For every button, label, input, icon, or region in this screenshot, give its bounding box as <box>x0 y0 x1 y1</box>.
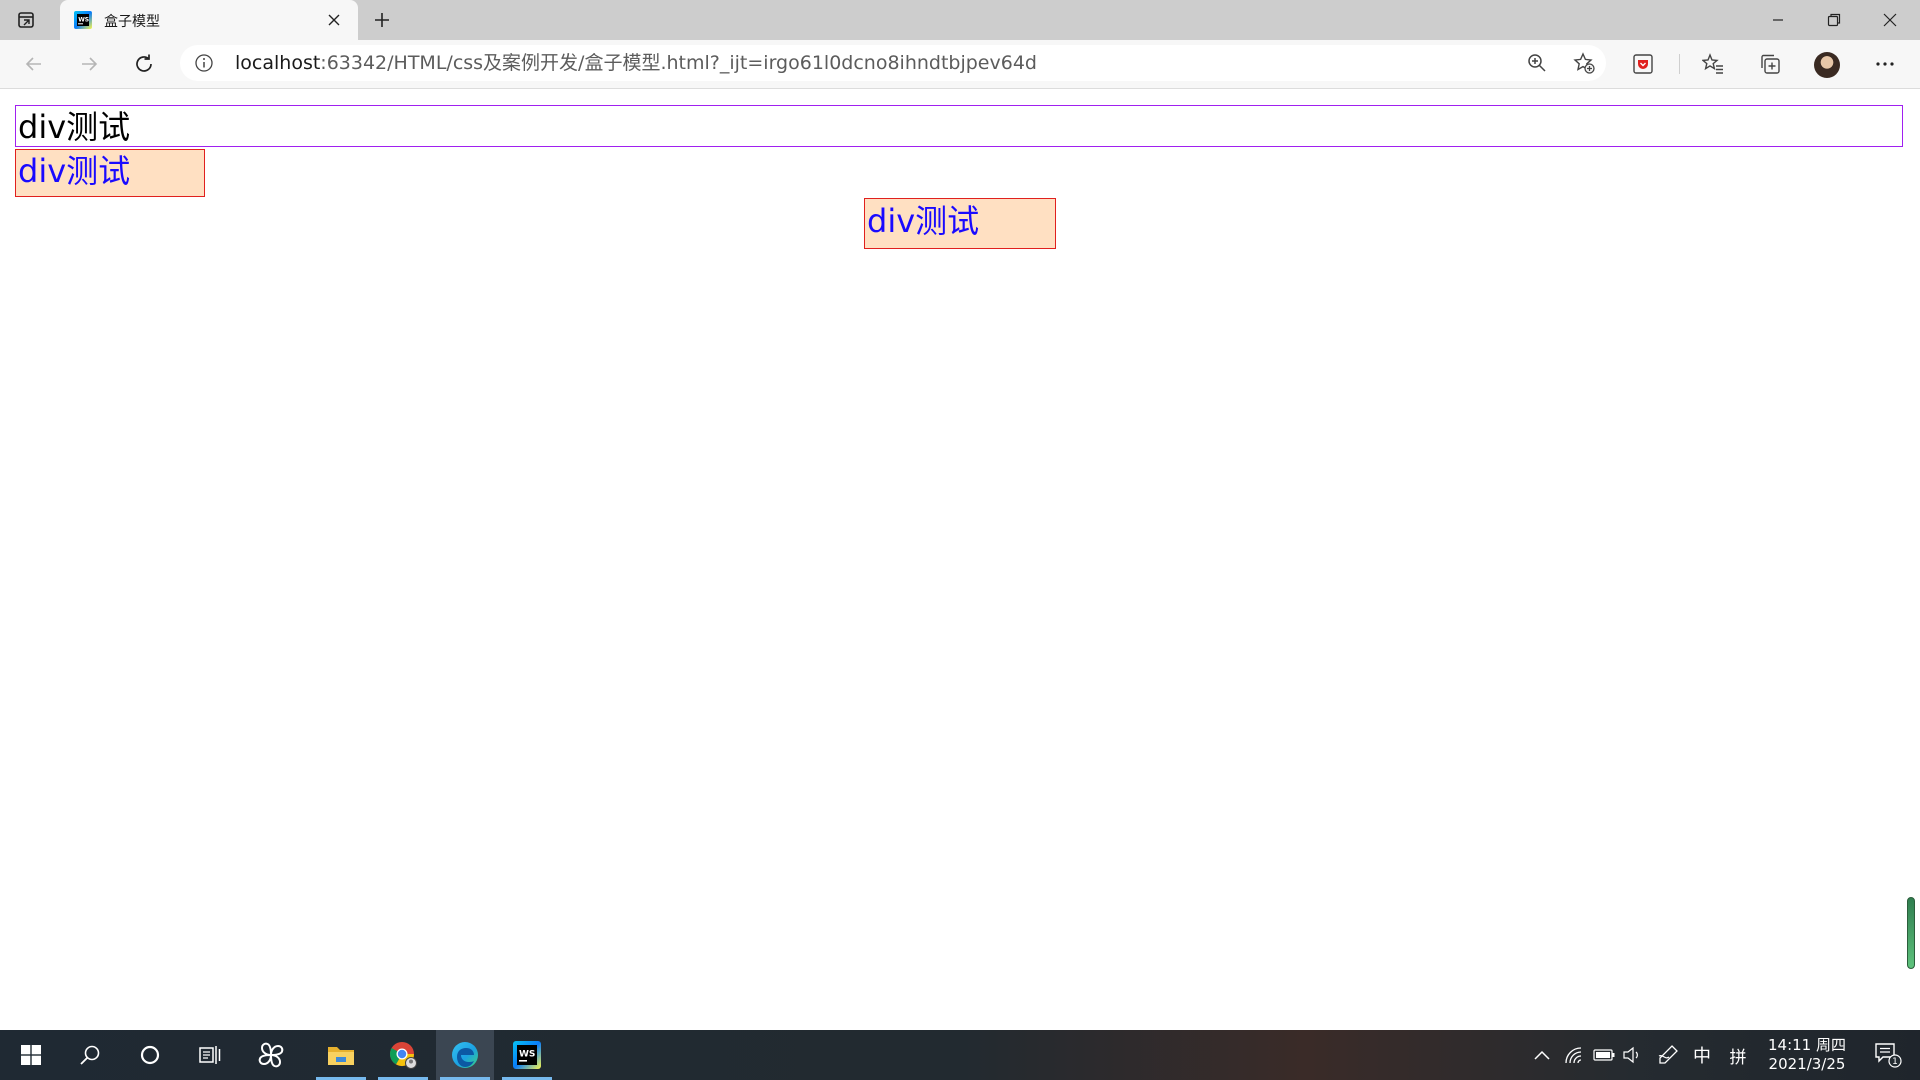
volume-icon <box>1623 1046 1638 1064</box>
extension-button[interactable] <box>1627 48 1659 80</box>
tab-title: 盒子模型 <box>104 14 160 30</box>
favorites-button[interactable] <box>1697 48 1729 80</box>
pinned-app-button[interactable] <box>246 1030 296 1080</box>
box-model-div-3: div测试 <box>864 198 1056 249</box>
svg-text:WS: WS <box>78 17 89 24</box>
cortana-icon <box>140 1045 160 1065</box>
forward-arrow-icon <box>82 57 98 71</box>
battery-button[interactable] <box>1590 1030 1618 1080</box>
minimize-icon <box>1773 19 1783 21</box>
close-icon <box>1883 13 1897 27</box>
browser-tab-active[interactable]: WS 盒子模型 <box>60 0 358 40</box>
battery-icon <box>1593 1049 1615 1061</box>
url-host: localhost <box>235 52 321 74</box>
refresh-icon <box>136 54 152 72</box>
back-button[interactable] <box>18 48 50 80</box>
notification-count: 1 <box>1892 1057 1898 1067</box>
webstorm-button[interactable]: WS <box>498 1030 556 1080</box>
box-model-div-1: div测试 <box>15 105 1903 147</box>
info-icon <box>195 54 213 72</box>
start-button[interactable] <box>6 1030 56 1080</box>
more-icon <box>1876 62 1894 66</box>
site-info-button[interactable] <box>194 53 214 73</box>
zoom-button[interactable] <box>1523 49 1551 77</box>
minimize-button[interactable] <box>1750 0 1806 40</box>
collections-icon <box>1761 54 1780 74</box>
pen-icon <box>1658 1045 1678 1064</box>
pen-workspace-button[interactable] <box>1654 1030 1682 1080</box>
tab-close-button[interactable] <box>324 10 344 30</box>
back-arrow-icon <box>25 57 41 71</box>
add-favorite-button[interactable] <box>1570 49 1598 77</box>
scroll-indicator[interactable] <box>1907 897 1915 969</box>
chrome-icon <box>389 1042 417 1069</box>
search-icon <box>80 1045 100 1065</box>
restore-icon <box>1827 13 1841 27</box>
volume-button[interactable] <box>1618 1030 1646 1080</box>
search-button[interactable] <box>65 1030 115 1080</box>
browser-title-bar: WS 盒子模型 <box>0 0 1920 40</box>
settings-more-button[interactable] <box>1869 48 1901 80</box>
address-bar[interactable]: localhost:63342/HTML/css及案例开发/盒子模型.html?… <box>180 45 1606 81</box>
page-content: div测试 div测试 div测试 <box>0 89 1920 1030</box>
task-view-button[interactable] <box>185 1030 235 1080</box>
network-button[interactable] <box>1560 1030 1588 1080</box>
pinwheel-app-icon <box>258 1042 284 1068</box>
edge-button[interactable] <box>436 1030 494 1080</box>
close-icon <box>328 14 340 26</box>
clock-date: 2021/3/25 <box>1768 1055 1846 1073</box>
extension-icon <box>1633 54 1653 74</box>
chrome-button[interactable] <box>374 1030 432 1080</box>
windows-taskbar: WS 中 拼 14:11 周四 2021/3/25 1 <box>0 1030 1920 1080</box>
chevron-up-icon <box>1534 1050 1550 1060</box>
notification-icon: 1 <box>1875 1043 1902 1068</box>
url-path: :63342/HTML/css及案例开发/盒子模型.html?_ijt=irgo… <box>320 52 1037 74</box>
task-view-icon <box>199 1046 221 1064</box>
wifi-icon <box>1565 1047 1582 1064</box>
box-model-div-2: div测试 <box>15 149 205 197</box>
show-hidden-icons-button[interactable] <box>1528 1030 1556 1080</box>
close-window-button[interactable] <box>1862 0 1918 40</box>
windows-start-icon <box>21 1045 41 1065</box>
forward-button[interactable] <box>73 48 105 80</box>
url-text[interactable]: localhost:63342/HTML/css及案例开发/盒子模型.html?… <box>235 53 1037 73</box>
favorites-icon <box>1702 53 1723 74</box>
file-explorer-button[interactable] <box>312 1030 370 1080</box>
file-explorer-icon <box>328 1047 354 1065</box>
profile-avatar[interactable] <box>1814 52 1840 78</box>
cortana-button[interactable] <box>125 1030 175 1080</box>
refresh-button[interactable] <box>128 48 160 80</box>
taskbar-clock[interactable]: 14:11 周四 2021/3/25 <box>1762 1036 1852 1074</box>
tab-actions-button[interactable] <box>14 8 38 32</box>
collections-button[interactable] <box>1754 48 1786 80</box>
browser-toolbar: localhost:63342/HTML/css及案例开发/盒子模型.html?… <box>0 40 1920 89</box>
notification-center-button[interactable]: 1 <box>1866 1030 1910 1080</box>
add-favorite-icon <box>1573 52 1595 74</box>
plus-icon <box>375 13 389 27</box>
svg-text:WS: WS <box>519 1050 535 1060</box>
restore-button[interactable] <box>1806 0 1862 40</box>
ime-language-button[interactable]: 中 <box>1688 1030 1716 1080</box>
toolbar-separator <box>1679 54 1680 74</box>
webstorm-favicon-icon: WS <box>74 11 92 29</box>
new-tab-button[interactable] <box>368 6 396 34</box>
webstorm-icon: WS <box>513 1041 541 1069</box>
zoom-icon <box>1528 54 1546 72</box>
clock-time: 14:11 周四 <box>1768 1036 1846 1054</box>
ime-mode-button[interactable]: 拼 <box>1724 1030 1752 1080</box>
edge-icon <box>452 1042 478 1068</box>
tab-actions-icon <box>18 12 34 28</box>
